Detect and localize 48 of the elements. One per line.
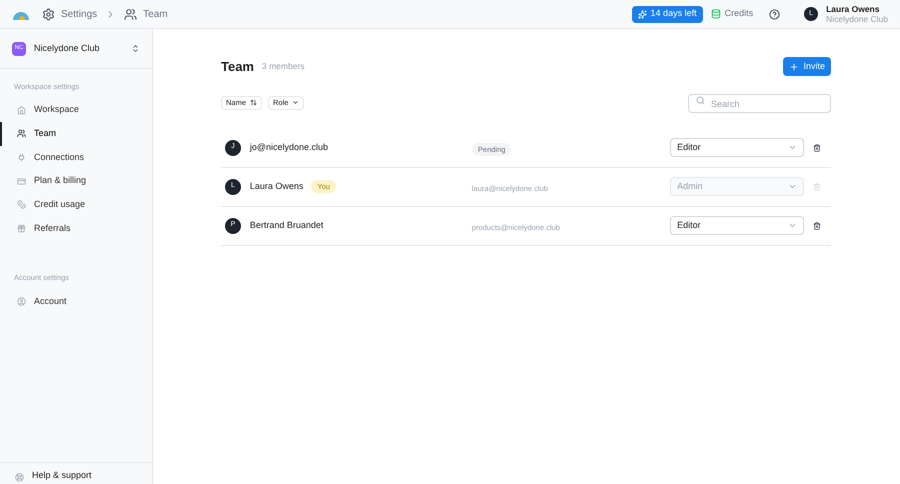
workspace-name[interactable]: Nicelydone Club <box>34 42 100 56</box>
user-org: Nicelydone Club <box>826 14 888 24</box>
breadcrumb-link[interactable]: Settings <box>61 6 98 22</box>
chevron-icon <box>788 143 798 152</box>
credits-link[interactable]: Credits <box>724 7 754 21</box>
search-icon <box>696 96 705 104</box>
trial-button[interactable]: 14 days left <box>632 6 703 22</box>
user-name: Laura Owens <box>826 4 880 14</box>
support-link[interactable]: Help & support <box>32 468 92 482</box>
sidebar-item[interactable]: Connections <box>0 146 152 170</box>
search-field[interactable]: Search <box>688 94 831 113</box>
gift-icon <box>17 224 26 234</box>
page-title: Team <box>221 58 254 76</box>
member-count: 3 members <box>262 60 305 74</box>
coins-icon <box>17 200 26 210</box>
plus-icon <box>789 62 800 72</box>
breadcrumb-current: Team <box>143 8 168 22</box>
sidebar-item[interactable]: Workspace <box>0 98 152 122</box>
home-icon <box>17 106 26 115</box>
credit-card-icon <box>17 176 26 186</box>
delete-icon[interactable] <box>813 144 822 152</box>
chevron-icon <box>788 221 798 230</box>
member-name: Laura Owens <box>250 180 304 193</box>
delete-icon[interactable] <box>813 222 822 230</box>
sidebar-item[interactable]: Account <box>0 290 152 314</box>
member-name: Bertrand Bruandet <box>250 218 324 232</box>
chevron-icon <box>788 182 798 191</box>
team-icon <box>124 8 138 20</box>
sidebar-item[interactable]: Team <box>0 122 152 146</box>
invite-button[interactable]: Invite <box>783 57 831 76</box>
team-icon <box>17 129 26 138</box>
user-icon <box>17 296 26 306</box>
sparkle-icon <box>638 10 647 18</box>
chevron-icon <box>292 99 300 106</box>
member-name: jo@nicelydone.club <box>250 140 328 154</box>
help-icon[interactable] <box>769 8 780 20</box>
role-select[interactable]: Editor <box>670 216 804 235</box>
sidebar-item[interactable]: Plan & billing <box>0 169 152 193</box>
sidebar-item[interactable]: Credit usage <box>0 193 152 217</box>
role-select[interactable]: Editor <box>670 138 804 157</box>
sort-icon <box>250 99 258 106</box>
delete-icon <box>813 182 822 190</box>
switcher-icon[interactable] <box>131 44 140 53</box>
plug-icon <box>17 152 26 162</box>
sidebar-item[interactable]: Referrals <box>0 216 152 240</box>
settings-icon <box>42 8 55 20</box>
credits-icon <box>710 9 721 19</box>
support-icon <box>15 473 24 482</box>
